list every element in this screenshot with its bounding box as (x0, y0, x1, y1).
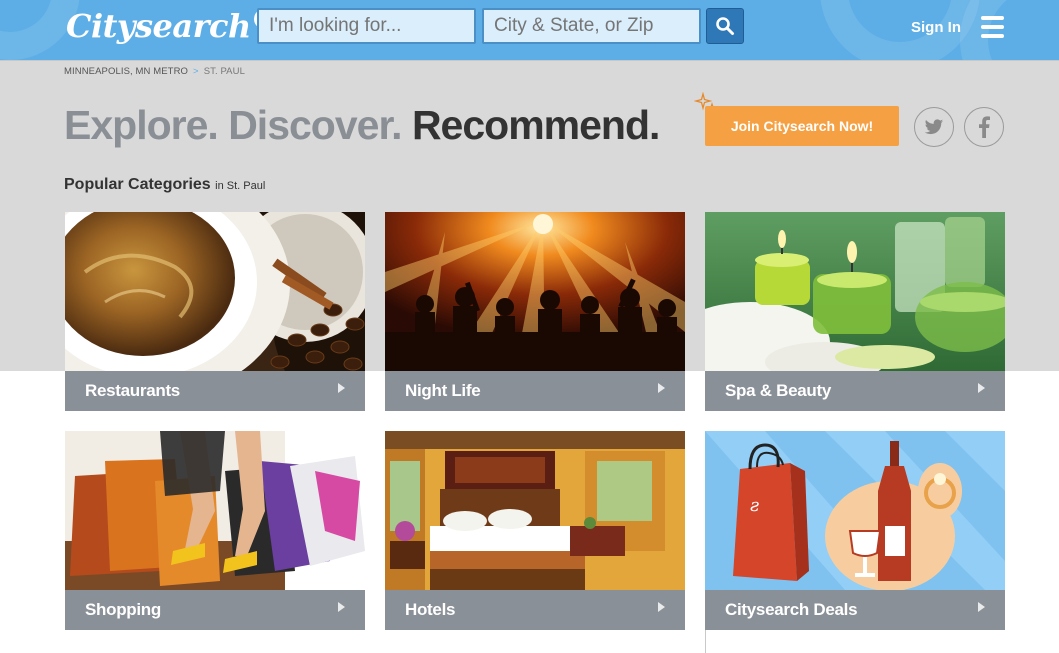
page-tagline: Explore. Discover. Recommend. (64, 102, 660, 149)
breadcrumb-current: ST. PAUL (203, 66, 245, 77)
chevron-right-icon (978, 383, 985, 393)
popular-categories-title: Popular Categories (64, 176, 211, 193)
category-label: Spa & Beauty (705, 371, 1005, 411)
join-citysearch-button[interactable]: Join Citysearch Now! (705, 106, 899, 146)
citysearch-logo[interactable]: Citysearch (66, 4, 274, 48)
breadcrumb: MINNEAPOLIS, MN METRO > ST. PAUL (64, 66, 245, 77)
search-where-input[interactable] (482, 8, 701, 44)
breadcrumb-metro-link[interactable]: MINNEAPOLIS, MN METRO (64, 66, 188, 77)
hotels-image (385, 431, 685, 590)
chevron-right-icon (978, 602, 985, 612)
hamburger-menu-icon[interactable] (981, 16, 1004, 40)
popular-categories-location: in St. Paul (215, 180, 266, 192)
chevron-right-icon (338, 383, 345, 393)
search-what-input[interactable] (257, 8, 476, 44)
search-icon (716, 17, 734, 35)
twitter-button[interactable] (914, 107, 954, 147)
category-tile-shopping[interactable]: Shopping (65, 431, 365, 630)
category-tile-spa-beauty[interactable]: Spa & Beauty (705, 212, 1005, 411)
popular-categories-heading: Popular Categories in St. Paul (64, 176, 265, 194)
header-swirl-decoration (960, 0, 1059, 60)
logo-text: Citysearch (66, 7, 251, 45)
chevron-right-icon (338, 602, 345, 612)
breadcrumb-separator: > (193, 66, 199, 77)
shopping-image (65, 431, 365, 590)
night-life-image (385, 212, 685, 371)
category-label: Restaurants (65, 371, 365, 411)
chevron-right-icon (658, 383, 665, 393)
tagline-explore: Explore. (64, 102, 219, 148)
restaurants-image (65, 212, 365, 371)
spa-beauty-image (705, 212, 1005, 371)
facebook-icon (979, 116, 990, 138)
tagline-discover: Discover. (228, 102, 402, 148)
category-tile-hotels[interactable]: Hotels (385, 431, 685, 630)
top-header: Citysearch Sign In (0, 0, 1059, 60)
category-label: Citysearch Deals (705, 590, 1005, 630)
category-label: Shopping (65, 590, 365, 630)
sign-in-link[interactable]: Sign In (911, 19, 961, 36)
chevron-right-icon (658, 602, 665, 612)
twitter-icon (924, 118, 944, 134)
svg-text:ƨ: ƨ (750, 495, 759, 516)
category-tile-citysearch-deals[interactable]: ƨ Citysearch Deals (705, 431, 1005, 630)
tagline-recommend: Recommend. (411, 102, 660, 148)
category-tile-night-life[interactable]: Night Life (385, 212, 685, 411)
category-label: Hotels (385, 590, 685, 630)
citysearch-deals-image: ƨ (705, 431, 1005, 590)
category-label: Night Life (385, 371, 685, 411)
facebook-button[interactable] (964, 107, 1004, 147)
category-tile-restaurants[interactable]: Restaurants (65, 212, 365, 411)
search-button[interactable] (706, 8, 744, 44)
divider-line (705, 630, 706, 653)
